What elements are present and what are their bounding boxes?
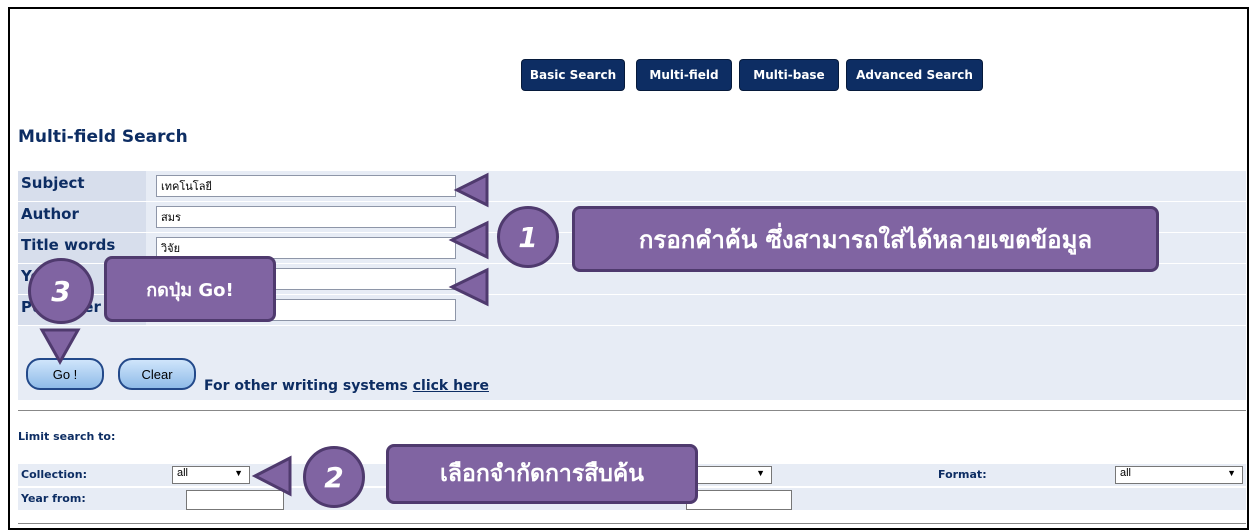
- step1-number: 1: [497, 206, 559, 268]
- step3-number: 3: [28, 258, 94, 324]
- step2-callout: เลือกจำกัดการสืบค้น: [386, 444, 698, 504]
- arrow-collection-icon: [251, 455, 292, 497]
- step1-callout: กรอกคำค้น ซึ่งสามารถใส่ได้หลายเขตข้อมูล: [572, 206, 1159, 272]
- arrow-title-icon: [448, 220, 489, 260]
- step3-callout: กดปุ่ม Go!: [104, 256, 276, 322]
- arrow-go-icon: [39, 328, 81, 366]
- arrow-year-icon: [448, 267, 489, 307]
- step2-number: 2: [303, 446, 365, 508]
- arrow-subject-icon: [453, 172, 489, 208]
